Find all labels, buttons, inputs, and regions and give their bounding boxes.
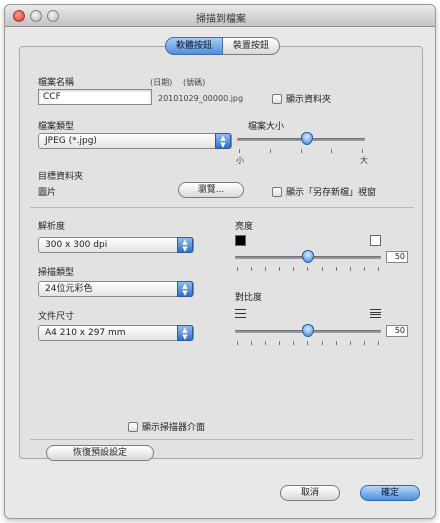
scan-type-value: 24位元彩色 <box>45 284 93 294</box>
select-arrows-icon: ▲ ▼ <box>177 237 193 253</box>
brightness-ticks <box>237 267 379 271</box>
brightness-slider[interactable] <box>235 250 381 264</box>
show-save-as-checkbox-box[interactable] <box>272 186 282 197</box>
brightness-slider-knob[interactable] <box>302 250 314 263</box>
resolution-value: 300 x 300 dpi <box>45 240 108 250</box>
brightness-label: 亮度 <box>235 222 254 232</box>
number-label: (號碼) <box>183 78 206 87</box>
file-size-slider[interactable] <box>237 132 365 146</box>
bottom-divider <box>30 439 414 440</box>
file-size-label: 檔案大小 <box>248 122 285 132</box>
contrast-slider-knob[interactable] <box>302 324 314 337</box>
show-save-as-checkbox[interactable]: 顯示「另存新檔」視窗 <box>272 185 376 198</box>
brightness-value-field[interactable]: 50 <box>386 251 408 263</box>
contrast-ticks <box>237 341 379 345</box>
resolution-select[interactable]: 300 x 300 dpi ▲ ▼ <box>38 237 194 253</box>
file-name-input[interactable]: CCF <box>38 89 152 105</box>
scan-to-file-dialog: 掃描到檔案 軟體按鈕 裝置按鈕 檔案名稱 (日期) (號碼) CCF 20101… <box>4 4 436 519</box>
scan-type-label: 掃描類型 <box>38 268 75 278</box>
select-arrows-icon: ▲ ▼ <box>177 281 193 297</box>
file-size-ticks <box>239 149 363 153</box>
file-type-label: 檔案類型 <box>38 122 75 132</box>
document-size-select[interactable]: A4 210 x 297 mm ▲ ▼ <box>38 325 194 341</box>
document-size-label: 文件尺寸 <box>38 312 75 322</box>
brightness-dark-icon <box>235 235 246 246</box>
file-size-small-label: 小 <box>236 156 244 165</box>
document-size-value: A4 210 x 297 mm <box>45 328 126 338</box>
file-type-select[interactable]: JPEG (*.jpg) ▲ ▼ <box>38 133 232 149</box>
contrast-value-field[interactable]: 50 <box>386 325 408 337</box>
show-folder-label: 顯示資料夾 <box>286 95 332 105</box>
settings-panel: 檔案名稱 (日期) (號碼) CCF 20101029_00000.jpg 顯示… <box>19 46 423 461</box>
scan-type-select[interactable]: 24位元彩色 ▲ ▼ <box>38 281 194 297</box>
file-type-value: JPEG (*.jpg) <box>45 136 97 146</box>
destination-folder-value: 圖片 <box>38 188 57 198</box>
show-folder-checkbox-box[interactable] <box>272 93 282 104</box>
title-bar: 掃描到檔案 <box>5 5 435 27</box>
show-scanner-interface-label: 顯示掃描器介面 <box>142 423 206 433</box>
window-title: 掃描到檔案 <box>196 14 246 25</box>
restore-defaults-button[interactable]: 恢復預設設定 <box>46 445 154 461</box>
contrast-high-icon <box>370 309 381 318</box>
date-label: (日期) <box>150 78 173 87</box>
select-arrows-icon: ▲ ▼ <box>215 133 231 149</box>
file-name-label: 檔案名稱 <box>38 78 75 88</box>
file-size-large-label: 大 <box>360 156 368 165</box>
destination-folder-label: 目標資料夾 <box>38 172 84 182</box>
tab-bar: 軟體按鈕 裝置按鈕 <box>165 37 281 55</box>
browse-button[interactable]: 瀏覽... <box>178 182 244 198</box>
select-arrows-icon: ▲ ▼ <box>177 325 193 341</box>
filename-preview: 20101029_00000.jpg <box>158 94 244 103</box>
tab-software-button[interactable]: 軟體按鈕 <box>165 37 224 55</box>
show-folder-checkbox[interactable]: 顯示資料夾 <box>272 92 331 105</box>
contrast-slider[interactable] <box>235 324 381 338</box>
show-save-as-label: 顯示「另存新檔」視窗 <box>286 188 377 198</box>
show-scanner-interface-checkbox[interactable]: 顯示掃描器介面 <box>128 420 205 433</box>
ok-button[interactable]: 確定 <box>360 485 420 501</box>
brightness-light-icon <box>370 235 381 246</box>
file-size-slider-knob[interactable] <box>301 132 314 145</box>
contrast-label: 對比度 <box>235 293 263 303</box>
section-divider <box>30 207 414 208</box>
contrast-low-icon <box>235 309 246 318</box>
show-scanner-interface-checkbox-box[interactable] <box>128 421 138 432</box>
tab-device-button[interactable]: 裝置按鈕 <box>223 37 281 55</box>
resolution-label: 解析度 <box>38 222 66 232</box>
cancel-button[interactable]: 取消 <box>280 485 340 501</box>
